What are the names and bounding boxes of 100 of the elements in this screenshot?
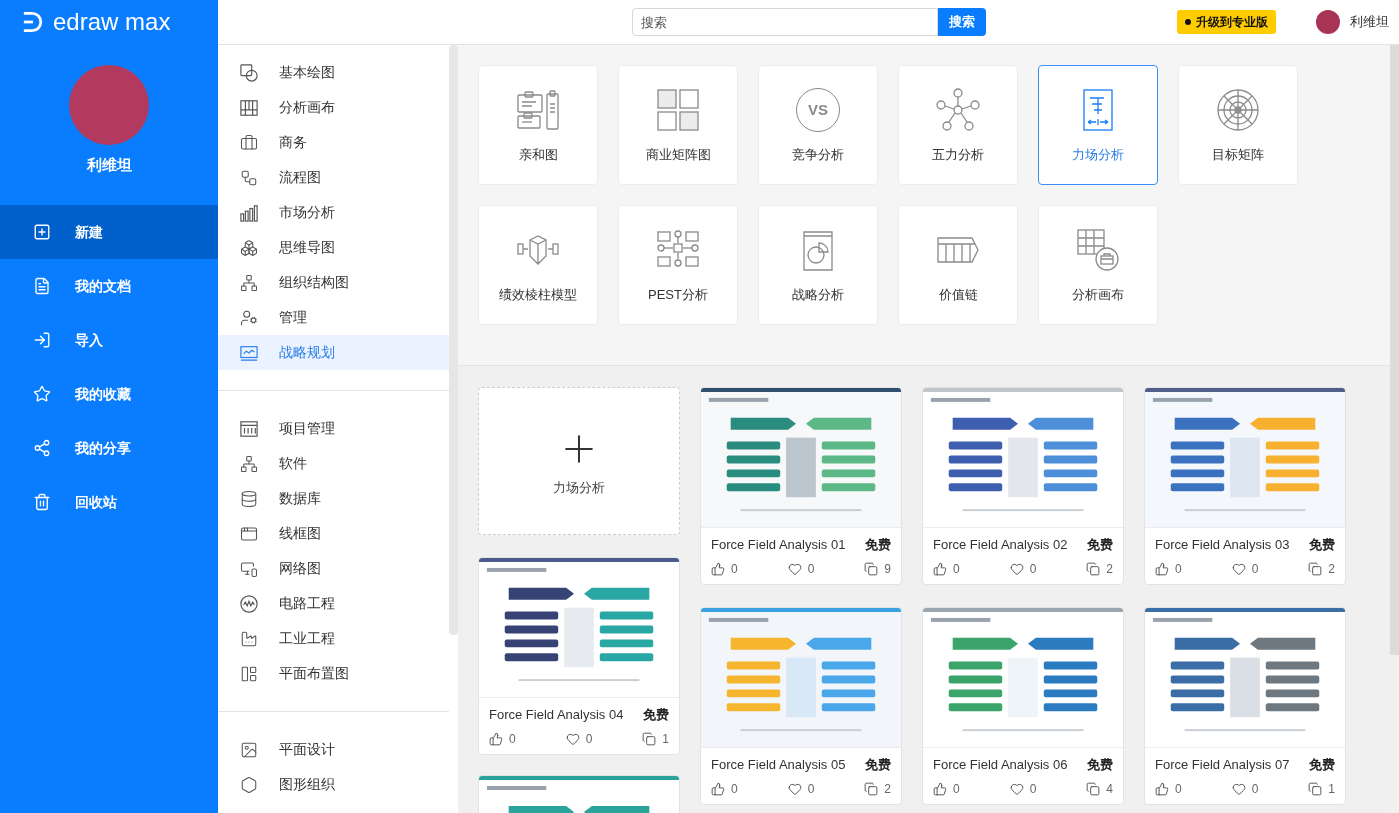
diagram-type-card[interactable]: 价值链: [898, 205, 1018, 325]
thumbs-up-icon[interactable]: [1155, 562, 1169, 576]
diagram-type-card[interactable]: 亲和图: [478, 65, 598, 185]
hierarchy-icon: [240, 454, 258, 473]
target-icon: [1216, 88, 1260, 132]
star-icon: [33, 385, 51, 403]
like-count: 0: [1175, 781, 1182, 798]
logo-text: edraw max: [53, 10, 171, 34]
heart-icon[interactable]: [1231, 562, 1246, 576]
diagram-type-card[interactable]: 战略分析: [758, 205, 878, 325]
four-squares-icon: [656, 88, 700, 132]
bars-box-icon: [240, 419, 258, 438]
copy-icon[interactable]: [864, 782, 879, 796]
briefcase-icon: [240, 133, 258, 152]
share-icon: [33, 439, 51, 457]
copy-icon[interactable]: [864, 562, 879, 576]
category-item[interactable]: 战略规划: [218, 335, 449, 370]
template-card[interactable]: Force Field Analysis 04 免费 0 0 1: [478, 557, 680, 755]
copy-count: 4: [1106, 781, 1113, 798]
app-window-icon: [240, 524, 258, 543]
copy-count: 1: [662, 731, 669, 748]
new-diagram-card[interactable]: 力场分析: [478, 387, 680, 535]
like-count: 0: [1175, 561, 1182, 578]
like-count: 0: [509, 731, 516, 748]
connected-circles-icon: [936, 88, 980, 132]
favorite-count: 0: [1029, 561, 1037, 578]
template-title: Force Field Analysis 02: [933, 536, 1068, 554]
copy-count: 1: [1328, 781, 1335, 798]
image-icon: [240, 740, 258, 759]
template-title: Force Field Analysis 07: [1155, 756, 1290, 774]
clipboard-notes-icon: [516, 88, 560, 132]
template-card[interactable]: Force Field Analysis 03 免费 0 0 2: [1144, 387, 1346, 585]
thumbs-up-icon[interactable]: [1155, 782, 1169, 796]
monitor-phone-icon: [240, 559, 258, 578]
login-icon: [33, 331, 51, 349]
line-chart-screen-icon: [240, 343, 258, 362]
template-card[interactable]: Force Field Analysis 07 免费 0 0 1: [1144, 607, 1346, 805]
copy-icon[interactable]: [642, 732, 657, 746]
template-title: Force Field Analysis 01: [711, 536, 846, 554]
thumbs-up-icon[interactable]: [933, 562, 947, 576]
price-label: 免费: [643, 706, 669, 724]
price-label: 免费: [865, 536, 891, 554]
heart-icon[interactable]: [787, 782, 802, 796]
copy-count: 2: [884, 781, 891, 798]
heart-icon[interactable]: [1231, 782, 1246, 796]
template-card[interactable]: Force Field Analysis 05 免费 0 0 2: [700, 607, 902, 805]
thumbs-up-icon[interactable]: [489, 732, 503, 746]
diagram-type-card[interactable]: 商业矩阵图: [618, 65, 738, 185]
like-count: 0: [731, 561, 738, 578]
factory-icon: [240, 629, 258, 648]
copy-count: 2: [1328, 561, 1335, 578]
copy-icon[interactable]: [1308, 782, 1323, 796]
template-card[interactable]: Force Field Analysis 06 免费 0 0 4: [922, 607, 1124, 805]
diagram-type-card[interactable]: VS 竞争分析: [758, 65, 878, 185]
trash-icon: [33, 493, 51, 511]
profile-name: 利维坦: [86, 155, 132, 175]
waveform-circle-icon: [240, 594, 258, 613]
thumbs-up-icon[interactable]: [933, 782, 947, 796]
template-card[interactable]: Force Field Analysis 01 免费 0 0 9: [700, 387, 902, 585]
scrollbar-thumb[interactable]: [1390, 45, 1399, 655]
upgrade-button[interactable]: 升级到专业版: [1177, 10, 1276, 34]
favorite-count: 0: [585, 731, 593, 748]
hierarchy-icon: [240, 273, 258, 292]
thumbs-up-icon[interactable]: [711, 782, 725, 796]
heart-icon[interactable]: [1009, 562, 1024, 576]
diagram-type-card[interactable]: 力场分析: [1038, 65, 1158, 185]
favorite-count: 0: [1251, 781, 1259, 798]
like-count: 0: [953, 561, 960, 578]
bar-chart-icon: [240, 203, 258, 222]
heart-icon[interactable]: [565, 732, 580, 746]
thumbs-up-icon[interactable]: [711, 562, 725, 576]
user-avatar[interactable]: [1316, 10, 1340, 34]
favorite-count: 0: [807, 561, 815, 578]
plus-square-icon: [33, 223, 51, 241]
heart-icon[interactable]: [1009, 782, 1024, 796]
template-preview-drawing[interactable]: [478, 775, 680, 813]
diagram-type-card[interactable]: 五力分析: [898, 65, 1018, 185]
diagram-type-card[interactable]: 绩效棱柱模型: [478, 205, 598, 325]
copy-icon[interactable]: [1086, 562, 1101, 576]
price-label: 免费: [1309, 536, 1335, 554]
diagram-type-card[interactable]: PEST分析: [618, 205, 738, 325]
copy-icon[interactable]: [1308, 562, 1323, 576]
favorite-count: 0: [1029, 781, 1037, 798]
template-title: Force Field Analysis 06: [933, 756, 1068, 774]
copy-icon[interactable]: [1086, 782, 1101, 796]
template-title: Force Field Analysis 04: [489, 706, 624, 724]
template-card[interactable]: Force Field Analysis 02 免费 0 0 2: [922, 387, 1124, 585]
template-title: Force Field Analysis 03: [1155, 536, 1290, 554]
scrollbar-thumb[interactable]: [449, 45, 458, 635]
price-label: 免费: [1087, 756, 1113, 774]
search-field[interactable]: 搜索: [631, 8, 938, 36]
database-icon: [240, 489, 258, 508]
heart-icon[interactable]: [787, 562, 802, 576]
diagram-type-card[interactable]: 目标矩阵: [1178, 65, 1298, 185]
search-button[interactable]: 搜索: [937, 8, 986, 36]
nav-item[interactable]: 新建: [0, 205, 218, 259]
grid-briefcase-icon: [1076, 228, 1120, 272]
flowchart-icon: [240, 168, 258, 187]
template-title: Force Field Analysis 05: [711, 756, 846, 774]
diagram-type-card[interactable]: 分析画布: [1038, 205, 1158, 325]
